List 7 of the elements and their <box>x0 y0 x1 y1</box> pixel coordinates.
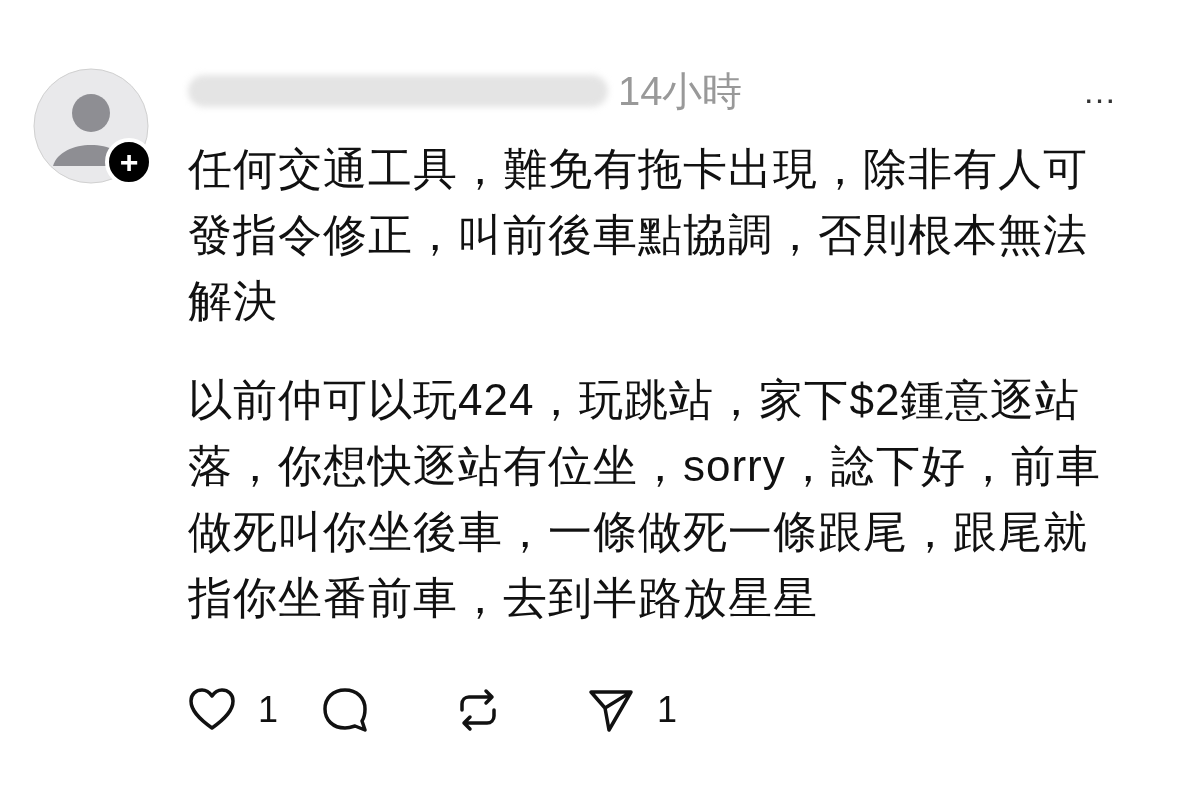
count-label: 1 <box>258 688 279 732</box>
post-paragraph: 以前仲可以玩424，玩跳站，家下$2鍾意逐站 落，你想快逐站有位坐，sorry，諗下好，前車 做死叫你坐後車，一條做死一條跟尾，跟尾就 指你坐番前車，去到半路放星星 <box>188 374 1102 624</box>
post-time: 14小時 <box>618 68 743 115</box>
more-button[interactable]: … <box>1082 65 1117 117</box>
count-label: 1 <box>657 688 678 732</box>
speech-bubble-icon[interactable] <box>321 686 369 734</box>
post-paragraph: 任何交通工具，難免有拖卡出現，除非有人可 發指令修正，叫前後車點協調，否則根本無法 解決 <box>188 143 1089 327</box>
